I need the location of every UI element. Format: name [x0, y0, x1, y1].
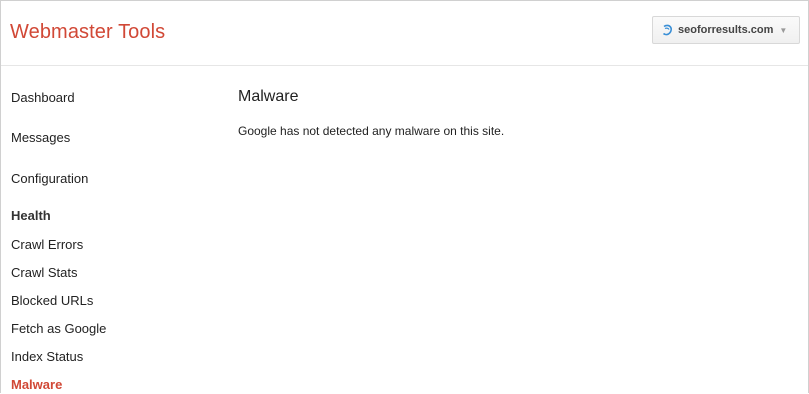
sidebar-item-fetch-as-google[interactable]: Fetch as Google: [11, 321, 106, 336]
sidebar-item-index-status[interactable]: Index Status: [11, 349, 83, 364]
app-title[interactable]: Webmaster Tools: [10, 21, 165, 44]
header: Webmaster Tools seoforresults.com ▼: [1, 1, 808, 66]
sidebar-item-crawl-stats[interactable]: Crawl Stats: [11, 265, 77, 280]
sidebar-item-malware[interactable]: Malware: [11, 377, 62, 392]
site-selector-dropdown[interactable]: seoforresults.com ▼: [652, 16, 800, 44]
sidebar-item-configuration[interactable]: Configuration: [11, 171, 88, 186]
app-window: Webmaster Tools seoforresults.com ▼ Dash…: [0, 0, 809, 393]
sidebar-item-crawl-errors[interactable]: Crawl Errors: [11, 237, 83, 252]
page-title: Malware: [238, 88, 299, 105]
site-selector-label: seoforresults.com: [678, 24, 774, 36]
sidebar-item-blocked-urls[interactable]: Blocked URLs: [11, 293, 93, 308]
sidebar-item-messages[interactable]: Messages: [11, 130, 70, 145]
sidebar-item-dashboard[interactable]: Dashboard: [11, 90, 75, 105]
site-globe-icon: [661, 24, 673, 36]
chevron-down-icon: ▼: [779, 25, 788, 35]
malware-status-text: Google has not detected any malware on t…: [238, 124, 505, 138]
sidebar-section-health[interactable]: Health: [11, 208, 51, 223]
